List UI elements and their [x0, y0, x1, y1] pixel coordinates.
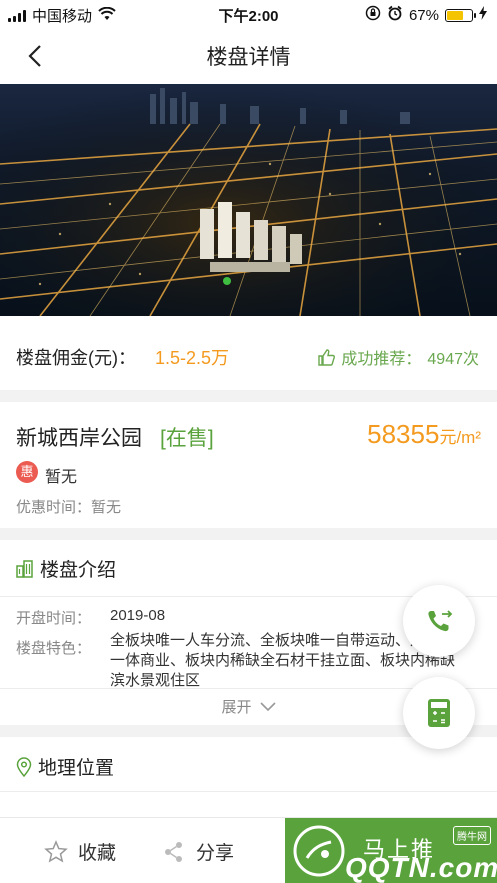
- alarm-icon: [387, 5, 403, 25]
- thumbs-up-icon: [318, 348, 336, 366]
- share-button[interactable]: 分享: [162, 838, 234, 865]
- location-marker: [223, 277, 231, 285]
- calculator-icon: [428, 699, 450, 727]
- features-value: 全板块唯一人车分流、全板块唯一自带运动、及室内一体商业、板块内稀缺全石材干挂立面…: [110, 632, 455, 689]
- status-badge: [在售]: [160, 427, 214, 450]
- battery-percent: 67%: [408, 6, 439, 24]
- project-name: 新城西岸公园: [16, 427, 142, 450]
- discount-time-label: 优惠时间：: [16, 499, 92, 516]
- discount-badge: 惠: [16, 461, 38, 483]
- divider: [0, 791, 497, 792]
- discount-time: 优惠时间：暂无: [16, 496, 121, 517]
- battery-icon: [445, 8, 476, 22]
- intro-header: 楼盘介绍: [16, 555, 116, 582]
- features-label: 楼盘特色：: [16, 640, 92, 657]
- bottom-bar: 收藏 分享 马上推 QQTN.com 腾牛网: [0, 817, 497, 883]
- discount-text: 暂无: [45, 469, 78, 486]
- share-label: 分享: [196, 843, 235, 864]
- price-value: 58355: [367, 419, 440, 449]
- commission-section: 楼盘佣金(元)： 1.5-2.5万 成功推荐： 4947次: [0, 316, 497, 390]
- orientation-lock-icon: [365, 5, 381, 25]
- share-icon: [165, 841, 182, 862]
- recommend-count: 4947次: [427, 351, 479, 368]
- price-unit: 元/m²: [439, 428, 481, 447]
- watermark-text: QQTN.com: [345, 852, 497, 883]
- location-title: 地理位置: [38, 758, 115, 779]
- chevron-down-icon: [259, 701, 276, 711]
- status-bar: 中国移动 下午2:00 67%: [0, 0, 497, 28]
- recommend-stat: 成功推荐： 4947次: [318, 345, 479, 369]
- recommend-now-button[interactable]: 马上推 QQTN.com 腾牛网: [285, 818, 497, 883]
- commission-label: 楼盘佣金(元)：: [16, 348, 136, 368]
- recommend-label: 成功推荐：: [341, 351, 422, 368]
- location-pin-icon: [16, 756, 32, 777]
- location-section: 地理位置: [0, 737, 497, 817]
- discount-time-value: 暂无: [91, 499, 122, 516]
- page-title: 楼盘详情: [206, 46, 291, 69]
- calculator-button[interactable]: [403, 677, 475, 749]
- watermark-badge: 腾牛网: [453, 826, 491, 845]
- intro-title: 楼盘介绍: [40, 560, 117, 581]
- favorite-label: 收藏: [78, 843, 117, 864]
- watermark-logo-icon: [293, 825, 345, 877]
- nav-bar: 楼盘详情: [0, 28, 497, 84]
- open-date-label: 开盘时间：: [16, 610, 92, 627]
- hero-image[interactable]: [0, 84, 497, 316]
- project-price: 58355元/m²: [367, 419, 481, 450]
- project-info: 新城西岸公园 [在售] 58355元/m² 惠 暂无 优惠时间：暂无: [0, 402, 497, 528]
- commission-value: 1.5-2.5万: [155, 348, 230, 368]
- expand-label: 展开: [221, 699, 252, 716]
- call-button[interactable]: [403, 585, 475, 657]
- favorite-button[interactable]: 收藏: [44, 838, 116, 865]
- building-icon: [16, 559, 33, 578]
- charging-icon: [479, 6, 487, 24]
- open-date-value: 2019-08: [110, 607, 166, 624]
- phone-forward-icon: [428, 610, 453, 632]
- location-header[interactable]: 地理位置: [16, 753, 114, 780]
- star-icon: [44, 839, 68, 863]
